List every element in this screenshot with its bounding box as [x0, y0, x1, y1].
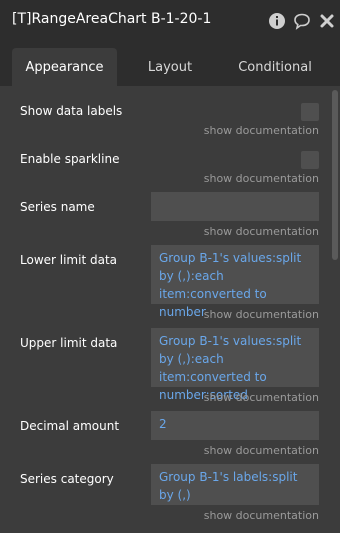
series-category-label: Series category	[20, 472, 114, 486]
show-documentation-link[interactable]: show documentation	[204, 172, 319, 185]
upper-limit-data-label: Upper limit data	[20, 336, 118, 350]
show-documentation-link[interactable]: show documentation	[204, 391, 319, 404]
tab-appearance[interactable]: Appearance	[12, 48, 117, 86]
show-data-labels-label: Show data labels	[20, 104, 123, 118]
lower-limit-data-field[interactable]: Group B-1's values:split by (,):each ite…	[151, 245, 319, 319]
close-icon[interactable]	[318, 12, 336, 30]
comment-icon[interactable]	[293, 12, 311, 30]
show-documentation-link[interactable]: show documentation	[204, 124, 319, 137]
element-title: [T]RangeAreaChart B-1-20-1	[12, 11, 212, 27]
show-documentation-link[interactable]: show documentation	[204, 509, 319, 522]
title-bar: [T]RangeAreaChart B-1-20-1	[0, 0, 340, 41]
info-icon[interactable]	[268, 12, 286, 30]
tab-layout[interactable]: Layout	[120, 48, 220, 86]
tab-bar: Appearance Layout Conditional	[0, 41, 340, 86]
show-documentation-link[interactable]: show documentation	[204, 444, 319, 457]
show-data-labels-checkbox[interactable]	[301, 103, 319, 121]
enable-sparkline-label: Enable sparkline	[20, 152, 120, 166]
series-category-field[interactable]: Group B-1's labels:split by (,)	[151, 464, 319, 505]
show-documentation-link[interactable]: show documentation	[204, 225, 319, 238]
decimal-amount-field[interactable]: 2	[151, 411, 319, 440]
lower-limit-data-label: Lower limit data	[20, 253, 118, 267]
upper-limit-data-field[interactable]: Group B-1's values:split by (,):each ite…	[151, 328, 319, 402]
enable-sparkline-checkbox[interactable]	[301, 151, 319, 169]
show-documentation-link[interactable]: show documentation	[204, 308, 319, 321]
series-name-label: Series name	[20, 200, 95, 214]
series-name-field[interactable]	[151, 192, 319, 221]
scrollbar[interactable]	[332, 90, 338, 260]
decimal-amount-label: Decimal amount	[20, 419, 120, 433]
tab-conditional[interactable]: Conditional	[225, 48, 325, 86]
